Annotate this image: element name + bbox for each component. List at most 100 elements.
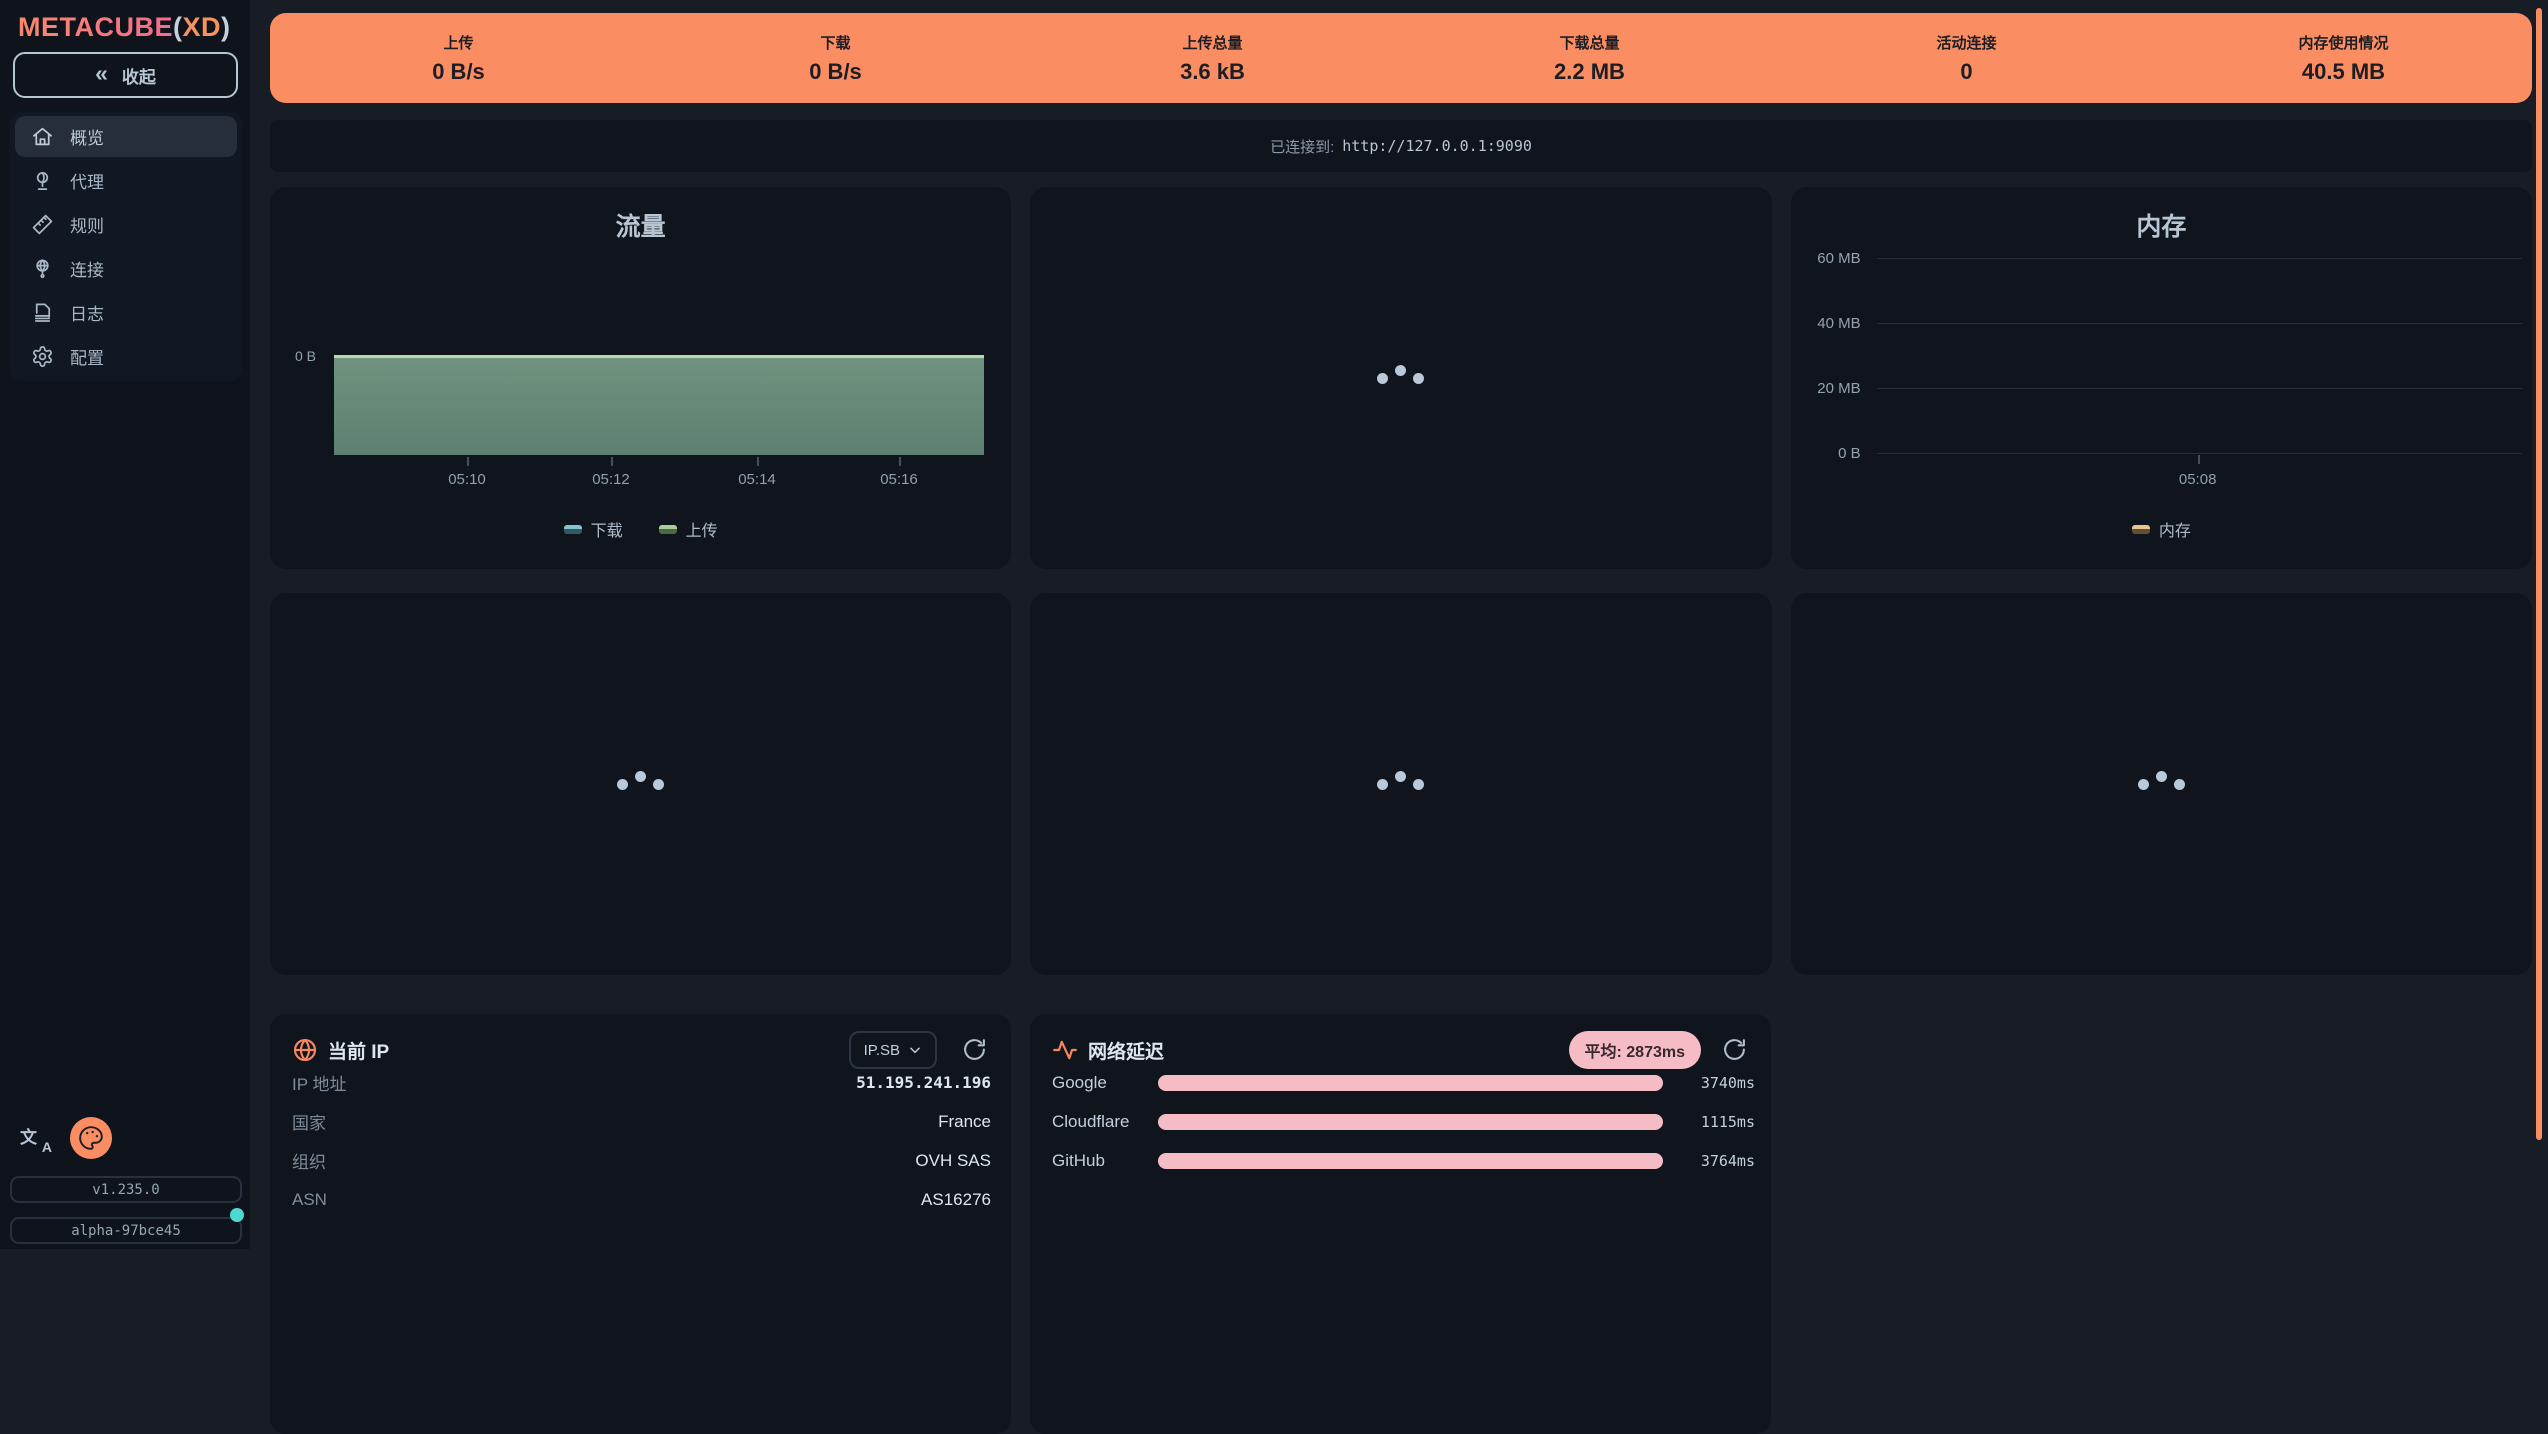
ip-address-row: IP 地址 51.195.241.196 xyxy=(292,1063,991,1102)
pulse-icon xyxy=(1052,1037,1078,1063)
collapse-chevrons-icon: « xyxy=(95,62,108,85)
stat-download-total: 下载总量 2.2 MB xyxy=(1401,32,1778,85)
loading-dots xyxy=(2138,779,2185,790)
version-badge[interactable]: v1.235.0 xyxy=(10,1176,242,1203)
stats-header: 上传 0 B/s 下载 0 B/s 上传总量 3.6 kB 下载总量 2.2 M… xyxy=(270,13,2532,103)
loading-card xyxy=(270,593,1011,975)
sidebar-item-label: 规则 xyxy=(70,212,104,237)
stat-upload-total: 上传总量 3.6 kB xyxy=(1024,32,1401,85)
latency-row-google: Google 3740ms xyxy=(1052,1063,1755,1102)
latency-bar xyxy=(1158,1075,1663,1091)
traffic-x-tick: 05:12 xyxy=(566,471,656,488)
sidebar-item-label: 代理 xyxy=(70,168,104,193)
legend-item-memory[interactable]: 内存 xyxy=(2132,517,2191,541)
traffic-chart-title: 流量 xyxy=(270,207,1011,243)
gear-icon xyxy=(31,345,54,368)
stat-download: 下载 0 B/s xyxy=(647,32,1024,85)
refresh-latency-button[interactable] xyxy=(1721,1037,1747,1063)
traffic-legend: 下载 上传 xyxy=(270,517,1011,541)
sidebar-item-overview[interactable]: 概览 xyxy=(15,116,237,157)
logo-variant-text: XD xyxy=(183,12,222,42)
build-badge[interactable]: alpha-97bce45 xyxy=(10,1217,242,1244)
traffic-x-tick: 05:10 xyxy=(422,471,512,488)
memory-x-tick: 05:08 xyxy=(2153,471,2243,488)
language-icon: 文 xyxy=(20,1123,37,1148)
sidebar-item-connections[interactable]: 连接 xyxy=(15,248,237,289)
traffic-area-series xyxy=(334,355,984,455)
logo-brand-text: METACUBE xyxy=(18,12,173,42)
sidebar-footer-icons: 文 A xyxy=(20,1117,112,1159)
connection-banner-url: http://127.0.0.1:9090 xyxy=(1342,137,1532,155)
sidebar-menu: 概览 代理 规则 连接 日志 配置 xyxy=(10,112,242,381)
memory-y-tick: 40 MB xyxy=(1791,315,1861,332)
loading-card xyxy=(1030,187,1771,569)
refresh-icon xyxy=(962,1037,987,1062)
refresh-ip-button[interactable] xyxy=(961,1037,987,1063)
memory-legend: 内存 xyxy=(1791,517,2532,541)
theme-palette-button[interactable] xyxy=(70,1117,112,1159)
stat-upload: 上传 0 B/s xyxy=(270,32,647,85)
latency-value: 1115ms xyxy=(1663,1113,1755,1131)
country-row: 国家 France xyxy=(292,1102,991,1141)
organization-row: 组织 OVH SAS xyxy=(292,1141,991,1180)
upload-swatch-icon xyxy=(659,525,677,534)
latency-title: 网络延迟 xyxy=(1088,1037,1164,1064)
memory-y-tick: 20 MB xyxy=(1791,380,1861,397)
update-notification-dot xyxy=(230,1208,244,1222)
palette-icon xyxy=(78,1125,104,1151)
sidebar-item-rules[interactable]: 规则 xyxy=(15,204,237,245)
sidebar: METACUBE(XD) « 收起 概览 代理 规则 连接 日志 配置 xyxy=(0,0,250,1249)
ip-address-value: 51.195.241.196 xyxy=(856,1073,991,1092)
ruler-icon xyxy=(31,213,54,236)
sidebar-item-proxies[interactable]: 代理 xyxy=(15,160,237,201)
asn-row: ASN AS16276 xyxy=(292,1180,991,1219)
stat-memory-usage: 内存使用情况 40.5 MB xyxy=(2155,32,2532,85)
latency-bar xyxy=(1158,1114,1663,1130)
legend-item-download[interactable]: 下载 xyxy=(564,517,623,541)
asn-value: AS16276 xyxy=(921,1190,991,1210)
latency-row-github: GitHub 3764ms xyxy=(1052,1141,1755,1180)
loading-card xyxy=(1030,593,1771,975)
memory-chart-title: 内存 xyxy=(1791,207,2532,243)
connection-banner-prefix: 已连接到: xyxy=(1270,136,1334,157)
loading-dots xyxy=(617,779,664,790)
sidebar-item-label: 日志 xyxy=(70,300,104,325)
traffic-chart-card: 流量 0 B 05:10 05:12 05:14 05:16 下载 上传 xyxy=(270,187,1011,569)
country-value: France xyxy=(938,1112,991,1132)
network-globe-icon xyxy=(31,257,54,280)
latency-row-cloudflare: Cloudflare 1115ms xyxy=(1052,1102,1755,1141)
memory-y-tick: 0 B xyxy=(1791,445,1861,462)
sidebar-item-label: 概览 xyxy=(70,124,104,149)
network-latency-card: 网络延迟 平均: 2873ms Google 3740ms Cloudflare… xyxy=(1030,1014,1771,1434)
collapse-sidebar-button[interactable]: « 收起 xyxy=(13,52,238,98)
sidebar-item-logs[interactable]: 日志 xyxy=(15,292,237,333)
traffic-x-tick: 05:14 xyxy=(712,471,802,488)
file-text-icon xyxy=(31,301,54,324)
globe-icon xyxy=(292,1037,318,1063)
legend-item-upload[interactable]: 上传 xyxy=(659,517,718,541)
app-logo: METACUBE(XD) xyxy=(18,12,231,43)
main-content: 上传 0 B/s 下载 0 B/s 上传总量 3.6 kB 下载总量 2.2 M… xyxy=(250,0,2548,1249)
collapse-label: 收起 xyxy=(122,63,156,88)
traffic-x-tick: 05:16 xyxy=(854,471,944,488)
chevron-down-icon xyxy=(908,1043,922,1057)
latency-value: 3764ms xyxy=(1663,1152,1755,1170)
globe-stand-icon xyxy=(31,169,54,192)
download-swatch-icon xyxy=(564,525,582,534)
language-button[interactable]: 文 A xyxy=(20,1121,54,1155)
organization-value: OVH SAS xyxy=(915,1151,991,1171)
stat-active-connections: 活动连接 0 xyxy=(1778,32,2155,85)
memory-swatch-icon xyxy=(2132,525,2150,534)
sidebar-item-config[interactable]: 配置 xyxy=(15,336,237,377)
current-ip-title: 当前 IP xyxy=(328,1037,389,1064)
loading-dots xyxy=(1377,373,1424,384)
page-scrollbar[interactable] xyxy=(2536,8,2542,1140)
loading-card xyxy=(1791,593,2532,975)
memory-chart-card: 内存 60 MB 40 MB 20 MB 0 B 05:08 内存 xyxy=(1791,187,2532,569)
loading-dots xyxy=(1377,779,1424,790)
home-icon xyxy=(31,125,54,148)
traffic-y-axis-label: 0 B xyxy=(270,348,316,364)
refresh-icon xyxy=(1722,1037,1747,1062)
connection-banner: 已连接到: http://127.0.0.1:9090 xyxy=(270,120,2532,172)
dashboard-grid: 流量 0 B 05:10 05:12 05:14 05:16 下载 上传 内存 … xyxy=(270,187,2532,975)
